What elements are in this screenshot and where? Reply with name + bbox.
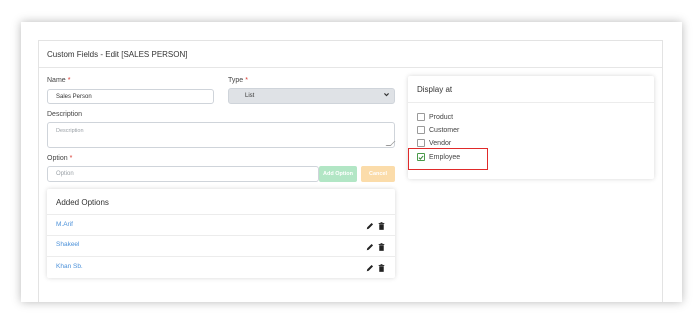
option-placeholder: Option [56, 171, 74, 177]
highlight-box [408, 148, 488, 170]
name-label: Name * [47, 77, 71, 84]
trash-icon[interactable] [377, 242, 386, 251]
divider [47, 256, 395, 257]
edit-pencil-icon[interactable] [365, 242, 374, 251]
divider [408, 102, 654, 103]
checkbox-vendor[interactable]: Vendor [417, 139, 451, 147]
chevron-down-icon [383, 91, 390, 100]
resize-handle-icon[interactable] [385, 141, 396, 146]
cancel-button[interactable]: Cancel [361, 166, 395, 182]
checkbox-box[interactable] [417, 126, 425, 134]
page-title: Custom Fields - Edit [SALES PERSON] [47, 50, 188, 59]
option-label: Option * [47, 155, 73, 162]
type-select-value: List [245, 93, 255, 99]
checkbox-label: Vendor [429, 139, 452, 147]
name-input[interactable]: Sales Person [47, 89, 214, 104]
trash-icon[interactable] [377, 221, 386, 230]
add-option-button[interactable]: Add Option [319, 166, 357, 182]
added-options-title: Added Options [56, 198, 109, 207]
divider [47, 214, 395, 215]
display-at-title: Display at [417, 85, 453, 94]
name-input-value: Sales Person [56, 93, 92, 100]
checkbox-label: Product [429, 113, 454, 121]
edit-pencil-icon[interactable] [365, 263, 374, 272]
checkbox-customer[interactable]: Customer [417, 126, 459, 134]
type-select[interactable]: List [228, 88, 395, 104]
trash-icon[interactable] [377, 263, 386, 272]
checkbox-label: Customer [429, 126, 460, 134]
checkbox-box[interactable] [417, 113, 425, 121]
edit-pencil-icon[interactable] [365, 221, 374, 230]
description-placeholder: Description [56, 128, 84, 134]
option-item-link[interactable]: Khan Sb. [56, 263, 83, 270]
title-divider [39, 67, 662, 68]
type-label: Type * [228, 77, 248, 84]
option-item-link[interactable]: Shakeel [56, 241, 80, 248]
option-item-link[interactable]: M.Arif [56, 221, 73, 228]
checkbox-box[interactable] [417, 139, 425, 147]
checkbox-product[interactable]: Product [417, 113, 453, 121]
description-label: Description [47, 111, 83, 118]
option-input[interactable]: Option [47, 166, 319, 182]
description-textarea[interactable]: Description [47, 122, 396, 148]
divider [47, 235, 395, 236]
